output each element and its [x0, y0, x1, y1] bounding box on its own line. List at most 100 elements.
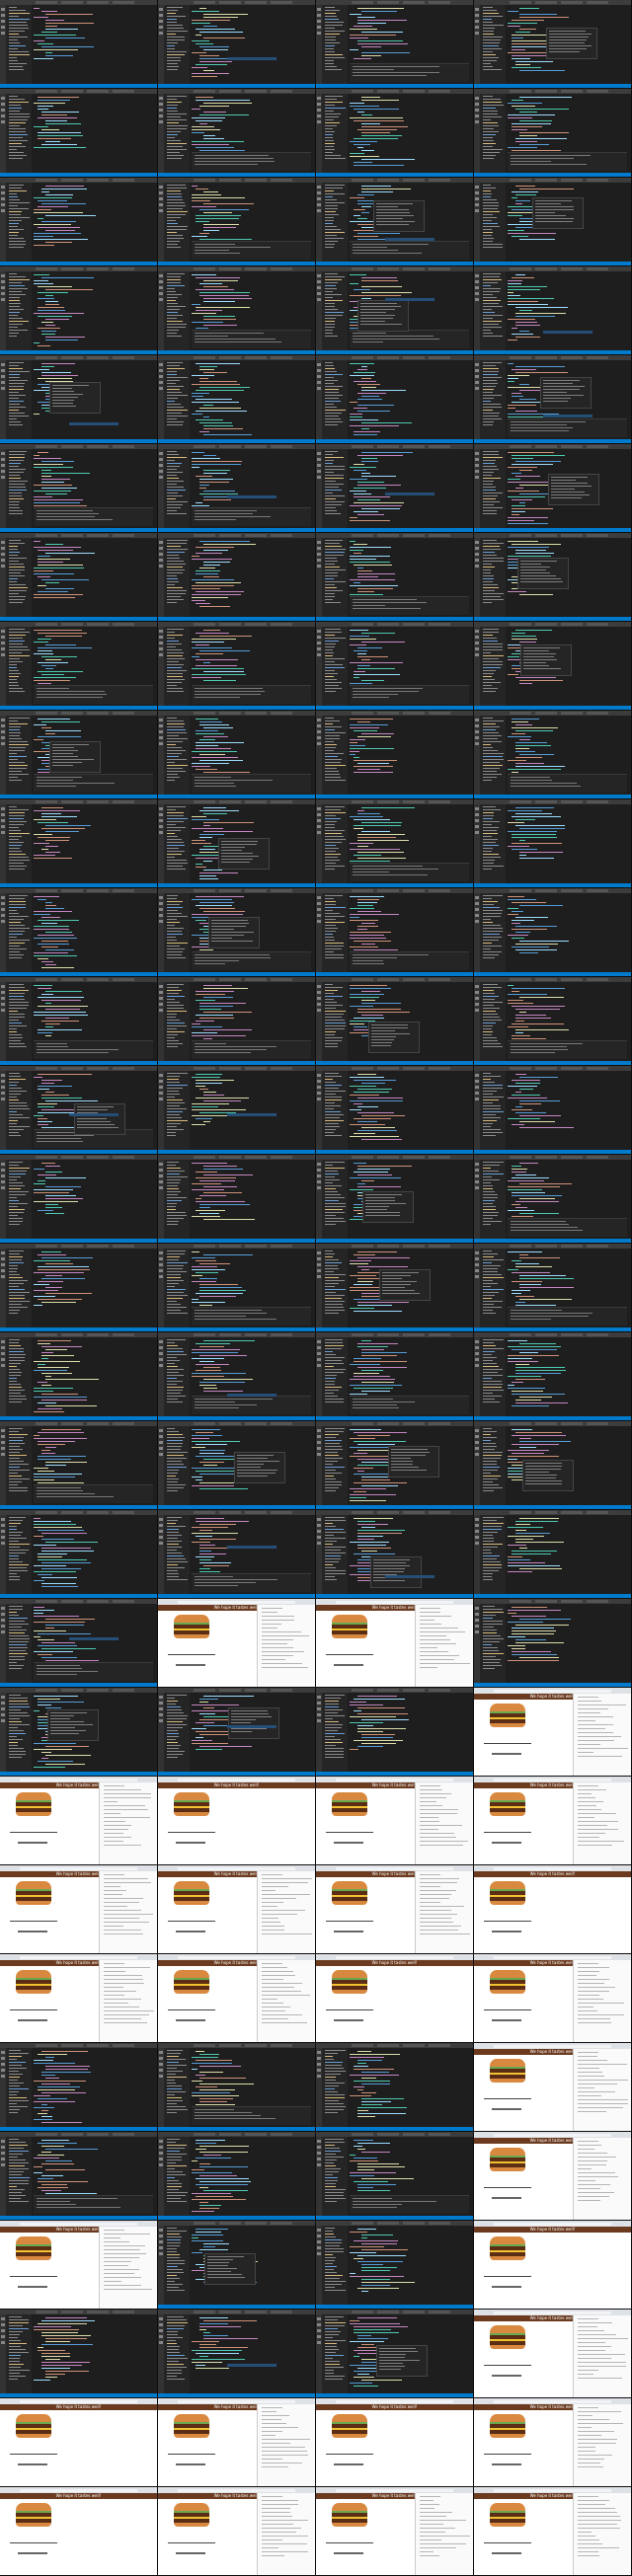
file-tree-item[interactable] [325, 558, 337, 559]
file-tree-item[interactable] [483, 297, 497, 298]
file-tree-item[interactable] [167, 652, 184, 653]
file-tree-item[interactable] [483, 1274, 502, 1275]
file-tree-item[interactable] [167, 854, 182, 855]
editor-tab[interactable] [113, 90, 134, 93]
file-tree-item[interactable] [167, 990, 182, 991]
file-tree-item[interactable] [167, 851, 185, 852]
file-tree-item[interactable] [325, 839, 346, 840]
file-tree-item[interactable] [167, 824, 176, 825]
activity-icon[interactable] [475, 547, 479, 550]
editor-tab[interactable] [194, 1422, 215, 1425]
file-tree-item[interactable] [483, 937, 502, 938]
editor-tab[interactable] [271, 356, 292, 359]
file-tree-item[interactable] [167, 190, 181, 191]
file-tree-item[interactable] [325, 143, 335, 144]
file-tree-item[interactable] [9, 1366, 17, 1367]
activity-icon[interactable] [317, 97, 321, 100]
file-tree-item[interactable] [325, 771, 339, 772]
editor-tab[interactable] [535, 1600, 557, 1603]
editor-tab[interactable] [510, 267, 531, 270]
activity-icon[interactable] [475, 286, 479, 289]
file-tree-item[interactable] [483, 10, 497, 11]
file-tree-item[interactable] [167, 99, 177, 100]
file-tree-item[interactable] [9, 1079, 26, 1080]
file-tree-item[interactable] [167, 1745, 181, 1746]
file-tree-item[interactable] [9, 1295, 25, 1296]
file-tree-item[interactable] [325, 854, 341, 855]
file-tree-item[interactable] [9, 327, 18, 328]
file-tree-item[interactable] [167, 1310, 181, 1311]
file-tree-item[interactable] [325, 943, 344, 944]
file-tree-item[interactable] [483, 984, 498, 985]
activity-icon[interactable] [1, 14, 5, 17]
editor-tab[interactable] [510, 1333, 531, 1336]
file-tree-item[interactable] [167, 1529, 179, 1530]
file-tree-item[interactable] [167, 214, 186, 215]
editor-tab[interactable] [271, 267, 292, 270]
file-tree-item[interactable] [167, 1721, 183, 1722]
suggestion-item[interactable] [551, 489, 575, 490]
file-tree-item[interactable] [9, 552, 20, 553]
editor-tab[interactable] [36, 1, 57, 4]
suggestion-item[interactable] [221, 844, 257, 845]
file-tree-item[interactable] [483, 738, 498, 739]
suggestion-item[interactable] [221, 859, 253, 860]
file-tree-item[interactable] [325, 590, 343, 591]
file-tree-item[interactable] [9, 1099, 19, 1100]
editor-tab[interactable] [403, 267, 425, 270]
file-tree-item[interactable] [325, 1008, 336, 1009]
editor-tab[interactable] [429, 978, 450, 981]
order-buttons[interactable] [176, 1842, 205, 1844]
activity-icon[interactable] [317, 280, 321, 283]
file-tree-item[interactable] [483, 1301, 503, 1302]
suggestion-item[interactable] [520, 561, 557, 562]
file-tree-item[interactable] [483, 1123, 493, 1124]
file-tree-item[interactable] [483, 312, 495, 313]
editor-tab[interactable] [194, 889, 215, 892]
file-tree-item[interactable] [483, 735, 502, 736]
file-tree-item[interactable] [325, 229, 341, 230]
activity-icon[interactable] [1, 541, 5, 544]
file-tree-item[interactable] [9, 1082, 19, 1083]
file-tree-item[interactable] [167, 747, 182, 748]
file-tree-item[interactable] [483, 904, 494, 905]
editor-tab[interactable] [510, 623, 531, 626]
file-tree-item[interactable] [483, 646, 503, 647]
suggestion-popup[interactable] [218, 838, 270, 870]
activity-icon[interactable] [317, 1257, 321, 1260]
file-tree-item[interactable] [483, 1609, 503, 1610]
file-tree-item[interactable] [167, 543, 187, 544]
activity-icon[interactable] [159, 1269, 163, 1272]
suggestion-item[interactable] [50, 1715, 74, 1716]
editor-tab[interactable] [219, 179, 241, 182]
file-tree-item[interactable] [167, 750, 186, 751]
file-tree-item[interactable] [9, 691, 25, 692]
file-tree-item[interactable] [483, 824, 492, 825]
file-tree-item[interactable] [325, 1724, 343, 1725]
suggestion-item[interactable] [543, 398, 571, 399]
file-tree-item[interactable] [325, 845, 336, 846]
editor-tab[interactable] [61, 1333, 83, 1336]
file-tree-item[interactable] [167, 806, 186, 807]
activity-icon[interactable] [1, 1074, 5, 1077]
editor-tab[interactable] [352, 1689, 373, 1692]
file-tree-item[interactable] [483, 1209, 496, 1210]
file-tree-item[interactable] [325, 241, 338, 242]
activity-icon[interactable] [475, 1080, 479, 1083]
file-tree-item[interactable] [167, 1256, 180, 1257]
file-tree-item[interactable] [483, 39, 501, 40]
activity-icon[interactable] [475, 1435, 479, 1438]
editor-tab[interactable] [561, 1, 583, 4]
activity-icon[interactable] [475, 1352, 479, 1355]
file-tree-item[interactable] [325, 481, 336, 482]
file-tree-item[interactable] [167, 830, 181, 831]
activity-icon[interactable] [317, 1174, 321, 1177]
file-tree-item[interactable] [9, 1126, 30, 1127]
file-tree-item[interactable] [9, 1171, 27, 1172]
file-tree-item[interactable] [325, 407, 337, 408]
file-tree-item[interactable] [325, 1017, 342, 1018]
file-tree-item[interactable] [483, 1437, 497, 1438]
editor-tab[interactable] [510, 179, 531, 182]
activity-icon[interactable] [317, 1352, 321, 1355]
file-tree-item[interactable] [9, 1372, 22, 1373]
